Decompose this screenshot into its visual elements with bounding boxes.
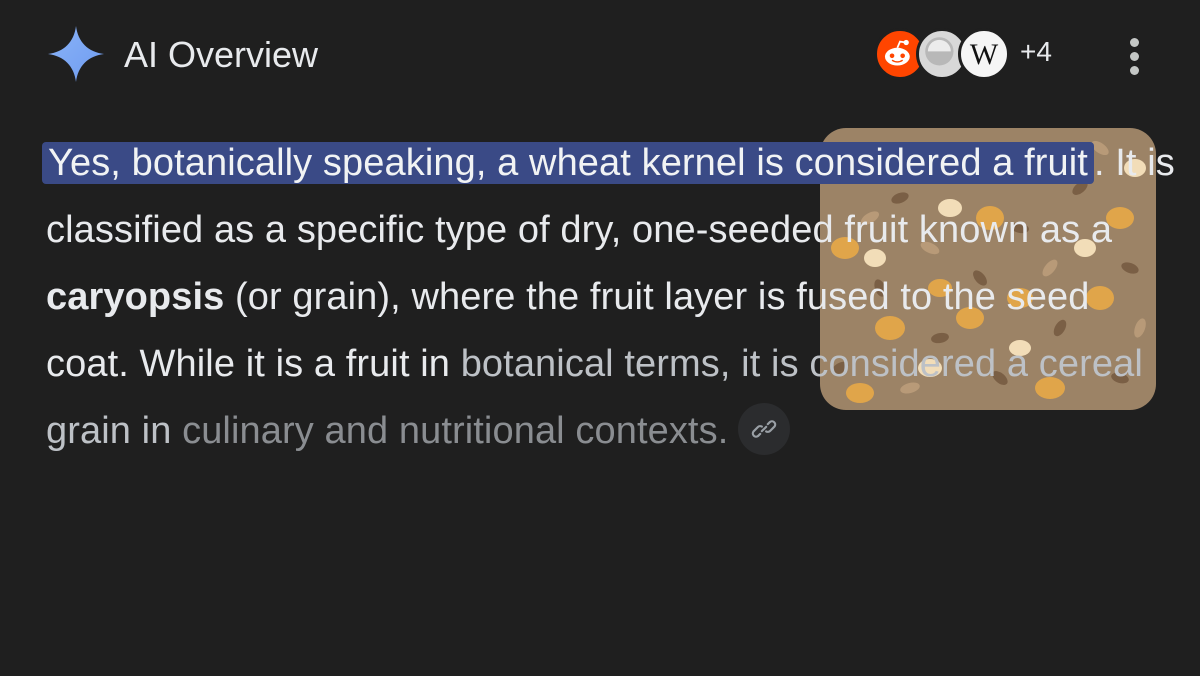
highlighted-answer: Yes, botanically speaking, a wheat kerne…: [42, 142, 1094, 184]
answer-text-4: culinary and nutritional contexts.: [182, 410, 729, 452]
link-icon[interactable]: [738, 402, 791, 455]
wikipedia-icon: W: [958, 28, 1010, 80]
ai-overview-title: AI Overview: [124, 34, 319, 75]
bold-term: caryopsis: [46, 276, 225, 318]
more-sources-count[interactable]: +4: [1020, 36, 1052, 68]
gemini-sparkle-icon: [48, 26, 104, 82]
more-options-icon[interactable]: [1130, 38, 1142, 78]
ai-overview-answer: Yes, botanically speaking, a wheat kerne…: [42, 130, 1176, 465]
sources-stack[interactable]: W +4: [874, 28, 1074, 84]
ai-overview-header: AI Overview W +4: [44, 18, 1160, 90]
